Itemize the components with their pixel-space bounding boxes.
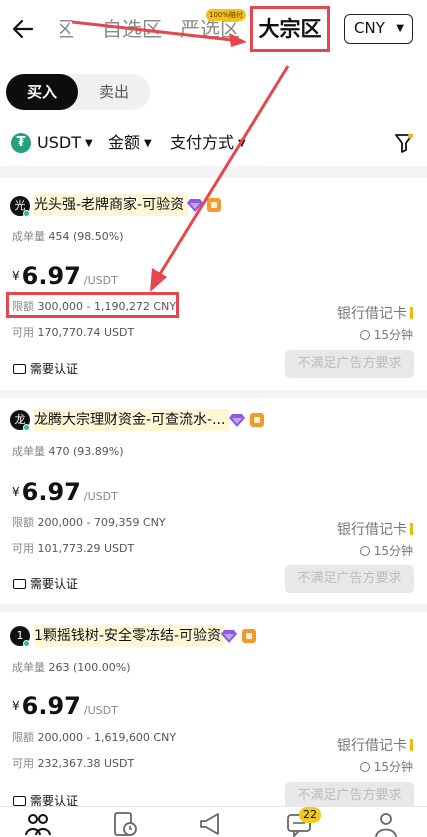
buy-tab[interactable]: 买入 <box>6 74 78 110</box>
available: 可用 170,770.74 USDT <box>12 326 135 339</box>
currency-selector[interactable]: CNY ▼ <box>344 14 413 44</box>
payment-time-limit: 15分钟 <box>359 542 413 559</box>
deposit-shield-icon <box>250 413 264 427</box>
caret-down-icon: ▼ <box>144 138 152 149</box>
verified-diamond-icon <box>187 199 203 212</box>
deposit-shield-icon <box>207 198 221 212</box>
order-count: 成单量 263 (100.00%) <box>12 661 131 674</box>
back-arrow-icon[interactable] <box>12 14 36 44</box>
clock-icon <box>359 546 370 556</box>
id-card-icon <box>13 579 26 589</box>
caret-down-icon: ▼ <box>238 138 246 149</box>
buy-sell-toggle: 买入 卖出 <box>6 74 150 110</box>
online-status-dot <box>23 424 30 431</box>
sell-tab[interactable]: 卖出 <box>78 74 150 110</box>
price: ¥6.97/USDT <box>12 478 118 506</box>
available: 可用 101,773.29 USDT <box>12 542 135 555</box>
payment-time-limit: 15分钟 <box>359 326 413 343</box>
tether-icon: ₮ <box>11 133 31 153</box>
p2p-trade-icon[interactable] <box>25 811 51 837</box>
caret-down-icon: ▼ <box>84 138 93 149</box>
merchant-name[interactable]: 龙腾大宗理财资金-可查流水-... <box>34 409 230 431</box>
tab-bulk-zone[interactable]: 大宗区 <box>250 6 330 52</box>
id-card-icon <box>13 796 26 806</box>
price: ¥6.97/USDT <box>12 262 118 290</box>
merchant-name[interactable]: 1颗摇钱树-安全零冻结-可验资 <box>34 625 226 647</box>
verification-required: 需要认证 <box>13 360 78 377</box>
online-status-dot <box>23 640 30 647</box>
limit: 限额 300,000 - 1,190,272 CNY <box>12 300 177 313</box>
guarantee-badge: 100%赔付 <box>206 9 247 21</box>
clock-icon <box>359 330 370 340</box>
merchant-name[interactable]: 光头强-老牌商家-可验资 <box>34 194 189 216</box>
amount-filter[interactable]: 金额 ▼ <box>108 132 152 155</box>
ad-card[interactable]: 龙 龙腾大宗理财资金-可查流水-... 成单量 470 (93.89%) ¥6.… <box>0 398 427 604</box>
available: 可用 232,367.38 USDT <box>12 757 135 770</box>
verified-diamond-icon <box>229 414 245 427</box>
funnel-icon[interactable] <box>394 132 414 154</box>
caret-down-icon: ▼ <box>396 23 404 34</box>
orders-icon[interactable] <box>112 811 138 837</box>
buy-button-disabled[interactable]: 不满足广告方要求 <box>285 350 414 378</box>
profile-icon[interactable] <box>373 811 399 837</box>
unread-messages-badge: 22 <box>299 807 321 823</box>
ad-card[interactable]: 1 1颗摇钱树-安全零冻结-可验资 成单量 263 (100.00%) ¥6.9… <box>0 612 427 810</box>
order-count: 成单量 454 (98.50%) <box>12 230 124 243</box>
mode-bar: 买入 卖出 <box>0 64 427 120</box>
ads-icon[interactable] <box>198 811 224 837</box>
payment-time-limit: 15分钟 <box>359 758 413 775</box>
id-card-icon <box>13 364 26 374</box>
top-header: 区 自选区 严选区 100%赔付 大宗区 CNY ▼ <box>0 0 427 64</box>
payment-filter[interactable]: 支付方式 ▼ <box>170 132 246 155</box>
limit: 限额 200,000 - 1,619,600 CNY <box>12 731 177 744</box>
tab-self-selected-zone[interactable]: 自选区 <box>102 14 162 44</box>
online-status-dot <box>23 210 30 217</box>
verified-diamond-icon <box>221 630 237 643</box>
verification-required: 需要认证 <box>13 575 78 592</box>
filter-bar: ₮ USDT ▼ 金额 ▼ 支付方式 ▼ <box>0 120 427 166</box>
order-count: 成单量 470 (93.89%) <box>12 445 124 458</box>
buy-button-disabled[interactable]: 不满足广告方要求 <box>285 565 414 593</box>
limit: 限额 200,000 - 709,359 CNY <box>12 516 166 529</box>
ad-card[interactable]: 光 光头强-老牌商家-可验资 成单量 454 (98.50%) ¥6.97/US… <box>0 178 427 390</box>
bottom-navigation: 22 <box>0 806 427 837</box>
deposit-shield-icon <box>242 629 256 643</box>
crypto-filter[interactable]: USDT ▼ <box>37 132 93 155</box>
payment-method: 银行借记卡 <box>337 735 413 755</box>
payment-method: 银行借记卡 <box>337 303 413 323</box>
clock-icon <box>359 762 370 772</box>
payment-method: 银行借记卡 <box>337 519 413 539</box>
price: ¥6.97/USDT <box>12 692 118 720</box>
tab-previous-zone[interactable]: 区 <box>60 14 86 44</box>
